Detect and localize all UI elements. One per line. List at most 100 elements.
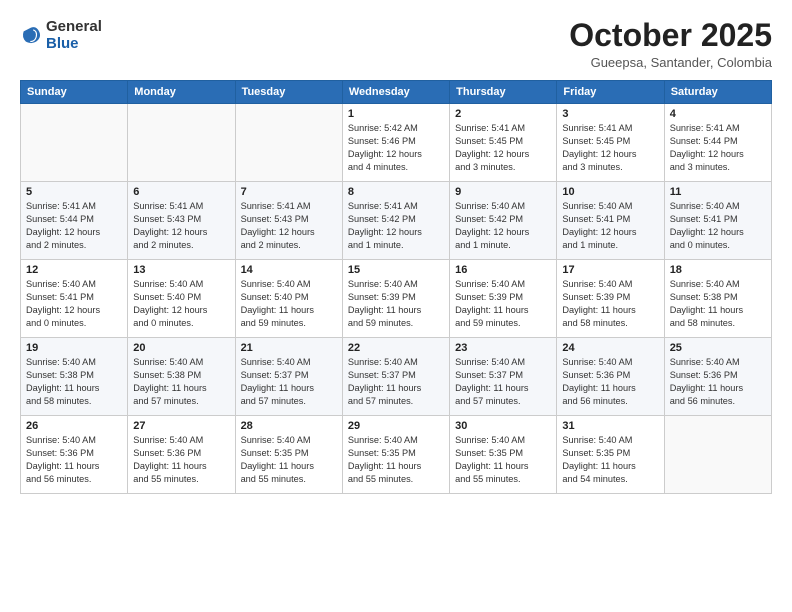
calendar-cell: 12 Sunrise: 5:40 AM Sunset: 5:41 PM Dayli… xyxy=(21,260,128,338)
calendar-cell: 6 Sunrise: 5:41 AM Sunset: 5:43 PM Daylig… xyxy=(128,182,235,260)
calendar-cell: 28 Sunrise: 5:40 AM Sunset: 5:35 PM Dayli… xyxy=(235,416,342,494)
day-number: 18 xyxy=(670,264,766,276)
day-info: Sunrise: 5:40 AM Sunset: 5:36 PM Dayligh… xyxy=(26,434,122,486)
calendar-week-2: 5 Sunrise: 5:41 AM Sunset: 5:44 PM Daylig… xyxy=(21,182,772,260)
col-sunday: Sunday xyxy=(21,81,128,104)
day-number: 9 xyxy=(455,186,551,198)
calendar-cell: 9 Sunrise: 5:40 AM Sunset: 5:42 PM Daylig… xyxy=(450,182,557,260)
logo-icon xyxy=(20,24,42,46)
calendar-week-4: 19 Sunrise: 5:40 AM Sunset: 5:38 PM Dayli… xyxy=(21,338,772,416)
day-info: Sunrise: 5:41 AM Sunset: 5:43 PM Dayligh… xyxy=(241,200,337,252)
day-number: 30 xyxy=(455,420,551,432)
day-info: Sunrise: 5:40 AM Sunset: 5:36 PM Dayligh… xyxy=(562,356,658,408)
day-number: 22 xyxy=(348,342,444,354)
location: Gueepsa, Santander, Colombia xyxy=(569,55,772,70)
day-info: Sunrise: 5:40 AM Sunset: 5:41 PM Dayligh… xyxy=(26,278,122,330)
day-number: 11 xyxy=(670,186,766,198)
calendar-cell xyxy=(128,104,235,182)
day-number: 28 xyxy=(241,420,337,432)
day-info: Sunrise: 5:40 AM Sunset: 5:38 PM Dayligh… xyxy=(133,356,229,408)
day-number: 24 xyxy=(562,342,658,354)
day-info: Sunrise: 5:41 AM Sunset: 5:42 PM Dayligh… xyxy=(348,200,444,252)
day-number: 21 xyxy=(241,342,337,354)
day-info: Sunrise: 5:40 AM Sunset: 5:40 PM Dayligh… xyxy=(241,278,337,330)
day-info: Sunrise: 5:40 AM Sunset: 5:35 PM Dayligh… xyxy=(562,434,658,486)
calendar-cell: 4Sunrise: 5:41 AM Sunset: 5:44 PM Daylig… xyxy=(664,104,771,182)
title-block: October 2025 Gueepsa, Santander, Colombi… xyxy=(569,18,772,70)
calendar-cell: 20 Sunrise: 5:40 AM Sunset: 5:38 PM Dayli… xyxy=(128,338,235,416)
calendar-cell xyxy=(664,416,771,494)
calendar-cell: 5 Sunrise: 5:41 AM Sunset: 5:44 PM Daylig… xyxy=(21,182,128,260)
calendar-week-5: 26Sunrise: 5:40 AM Sunset: 5:36 PM Dayli… xyxy=(21,416,772,494)
day-info: Sunrise: 5:40 AM Sunset: 5:41 PM Dayligh… xyxy=(562,200,658,252)
calendar-cell: 13Sunrise: 5:40 AM Sunset: 5:40 PM Dayli… xyxy=(128,260,235,338)
day-number: 25 xyxy=(670,342,766,354)
day-number: 23 xyxy=(455,342,551,354)
calendar-cell: 31 Sunrise: 5:40 AM Sunset: 5:35 PM Dayli… xyxy=(557,416,664,494)
calendar-cell: 18Sunrise: 5:40 AM Sunset: 5:38 PM Dayli… xyxy=(664,260,771,338)
month-title: October 2025 xyxy=(569,18,772,53)
day-info: Sunrise: 5:40 AM Sunset: 5:37 PM Dayligh… xyxy=(241,356,337,408)
calendar-cell: 16 Sunrise: 5:40 AM Sunset: 5:39 PM Dayli… xyxy=(450,260,557,338)
calendar-cell: 3Sunrise: 5:41 AM Sunset: 5:45 PM Daylig… xyxy=(557,104,664,182)
day-info: Sunrise: 5:40 AM Sunset: 5:35 PM Dayligh… xyxy=(348,434,444,486)
calendar-cell: 1Sunrise: 5:42 AM Sunset: 5:46 PM Daylig… xyxy=(342,104,449,182)
calendar-cell: 15 Sunrise: 5:40 AM Sunset: 5:39 PM Dayli… xyxy=(342,260,449,338)
day-info: Sunrise: 5:41 AM Sunset: 5:43 PM Dayligh… xyxy=(133,200,229,252)
day-info: Sunrise: 5:40 AM Sunset: 5:35 PM Dayligh… xyxy=(241,434,337,486)
day-info: Sunrise: 5:40 AM Sunset: 5:36 PM Dayligh… xyxy=(133,434,229,486)
day-info: Sunrise: 5:40 AM Sunset: 5:39 PM Dayligh… xyxy=(348,278,444,330)
col-saturday: Saturday xyxy=(664,81,771,104)
day-number: 14 xyxy=(241,264,337,276)
calendar-cell: 22 Sunrise: 5:40 AM Sunset: 5:37 PM Dayli… xyxy=(342,338,449,416)
day-number: 1 xyxy=(348,108,444,120)
calendar-cell: 19 Sunrise: 5:40 AM Sunset: 5:38 PM Dayli… xyxy=(21,338,128,416)
day-number: 17 xyxy=(562,264,658,276)
logo-blue: Blue xyxy=(46,35,79,52)
day-info: Sunrise: 5:40 AM Sunset: 5:38 PM Dayligh… xyxy=(26,356,122,408)
calendar-cell: 29 Sunrise: 5:40 AM Sunset: 5:35 PM Dayli… xyxy=(342,416,449,494)
day-number: 15 xyxy=(348,264,444,276)
calendar-cell: 27 Sunrise: 5:40 AM Sunset: 5:36 PM Dayli… xyxy=(128,416,235,494)
col-tuesday: Tuesday xyxy=(235,81,342,104)
day-number: 20 xyxy=(133,342,229,354)
calendar-cell xyxy=(235,104,342,182)
day-number: 2 xyxy=(455,108,551,120)
day-info: Sunrise: 5:41 AM Sunset: 5:44 PM Dayligh… xyxy=(670,122,766,174)
day-number: 19 xyxy=(26,342,122,354)
calendar-cell: 11Sunrise: 5:40 AM Sunset: 5:41 PM Dayli… xyxy=(664,182,771,260)
day-info: Sunrise: 5:40 AM Sunset: 5:39 PM Dayligh… xyxy=(455,278,551,330)
day-info: Sunrise: 5:40 AM Sunset: 5:37 PM Dayligh… xyxy=(455,356,551,408)
calendar-cell: 10Sunrise: 5:40 AM Sunset: 5:41 PM Dayli… xyxy=(557,182,664,260)
day-number: 5 xyxy=(26,186,122,198)
calendar-cell: 2 Sunrise: 5:41 AM Sunset: 5:45 PM Daylig… xyxy=(450,104,557,182)
header: General Blue October 2025 Gueepsa, Santa… xyxy=(20,18,772,70)
calendar-cell: 25 Sunrise: 5:40 AM Sunset: 5:36 PM Dayli… xyxy=(664,338,771,416)
day-number: 31 xyxy=(562,420,658,432)
day-info: Sunrise: 5:40 AM Sunset: 5:35 PM Dayligh… xyxy=(455,434,551,486)
day-number: 7 xyxy=(241,186,337,198)
day-number: 29 xyxy=(348,420,444,432)
day-number: 8 xyxy=(348,186,444,198)
logo: General Blue xyxy=(20,18,102,53)
day-info: Sunrise: 5:41 AM Sunset: 5:45 PM Dayligh… xyxy=(455,122,551,174)
calendar-cell: 24 Sunrise: 5:40 AM Sunset: 5:36 PM Dayli… xyxy=(557,338,664,416)
page: General Blue October 2025 Gueepsa, Santa… xyxy=(0,0,792,612)
calendar-cell: 17 Sunrise: 5:40 AM Sunset: 5:39 PM Dayli… xyxy=(557,260,664,338)
logo-general: General xyxy=(46,18,102,35)
day-info: Sunrise: 5:40 AM Sunset: 5:39 PM Dayligh… xyxy=(562,278,658,330)
calendar-cell: 26Sunrise: 5:40 AM Sunset: 5:36 PM Dayli… xyxy=(21,416,128,494)
calendar-cell: 30 Sunrise: 5:40 AM Sunset: 5:35 PM Dayli… xyxy=(450,416,557,494)
day-number: 16 xyxy=(455,264,551,276)
day-info: Sunrise: 5:41 AM Sunset: 5:44 PM Dayligh… xyxy=(26,200,122,252)
calendar-cell: 23 Sunrise: 5:40 AM Sunset: 5:37 PM Dayli… xyxy=(450,338,557,416)
col-monday: Monday xyxy=(128,81,235,104)
calendar-week-1: 1Sunrise: 5:42 AM Sunset: 5:46 PM Daylig… xyxy=(21,104,772,182)
day-info: Sunrise: 5:40 AM Sunset: 5:36 PM Dayligh… xyxy=(670,356,766,408)
day-info: Sunrise: 5:40 AM Sunset: 5:37 PM Dayligh… xyxy=(348,356,444,408)
day-number: 6 xyxy=(133,186,229,198)
col-thursday: Thursday xyxy=(450,81,557,104)
day-info: Sunrise: 5:40 AM Sunset: 5:42 PM Dayligh… xyxy=(455,200,551,252)
day-number: 12 xyxy=(26,264,122,276)
day-number: 27 xyxy=(133,420,229,432)
